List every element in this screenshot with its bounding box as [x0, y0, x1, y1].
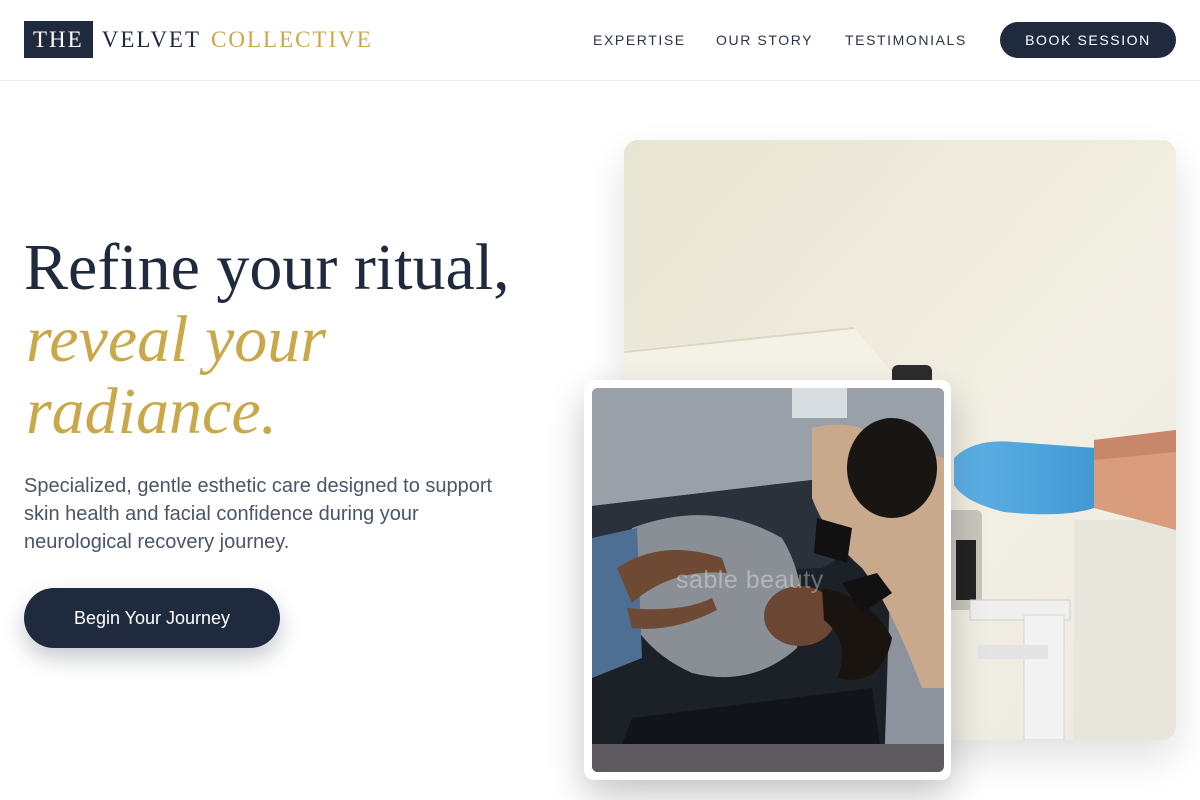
- hero-headline-line-2: reveal your: [26, 303, 326, 376]
- facial-treatment-photo: [592, 388, 944, 772]
- hero-description: Specialized, gentle esthetic care design…: [24, 475, 493, 553]
- logo-boxed-word: THE: [24, 21, 93, 58]
- book-session-button[interactable]: BOOK SESSION: [1000, 22, 1176, 58]
- hero-headline-line-1: Refine your ritual,: [24, 231, 510, 304]
- logo-word-collective: COLLECTIVE: [211, 26, 373, 52]
- logo-word-velvet: VELVET: [101, 26, 202, 52]
- site-header: THE VELVET COLLECTIVE EXPERTISE OUR STOR…: [0, 0, 1200, 81]
- begin-journey-button[interactable]: Begin Your Journey: [24, 588, 280, 648]
- nav-link-our-story[interactable]: OUR STORY: [716, 31, 813, 49]
- hero-headline-line-3: radiance.: [26, 375, 278, 448]
- nav-link-expertise[interactable]: EXPERTISE: [593, 31, 686, 49]
- brand-logo[interactable]: THE VELVET COLLECTIVE: [24, 21, 373, 58]
- facial-treatment-illustration: [592, 388, 944, 772]
- nav-link-testimonials[interactable]: TESTIMONIALS: [845, 31, 967, 49]
